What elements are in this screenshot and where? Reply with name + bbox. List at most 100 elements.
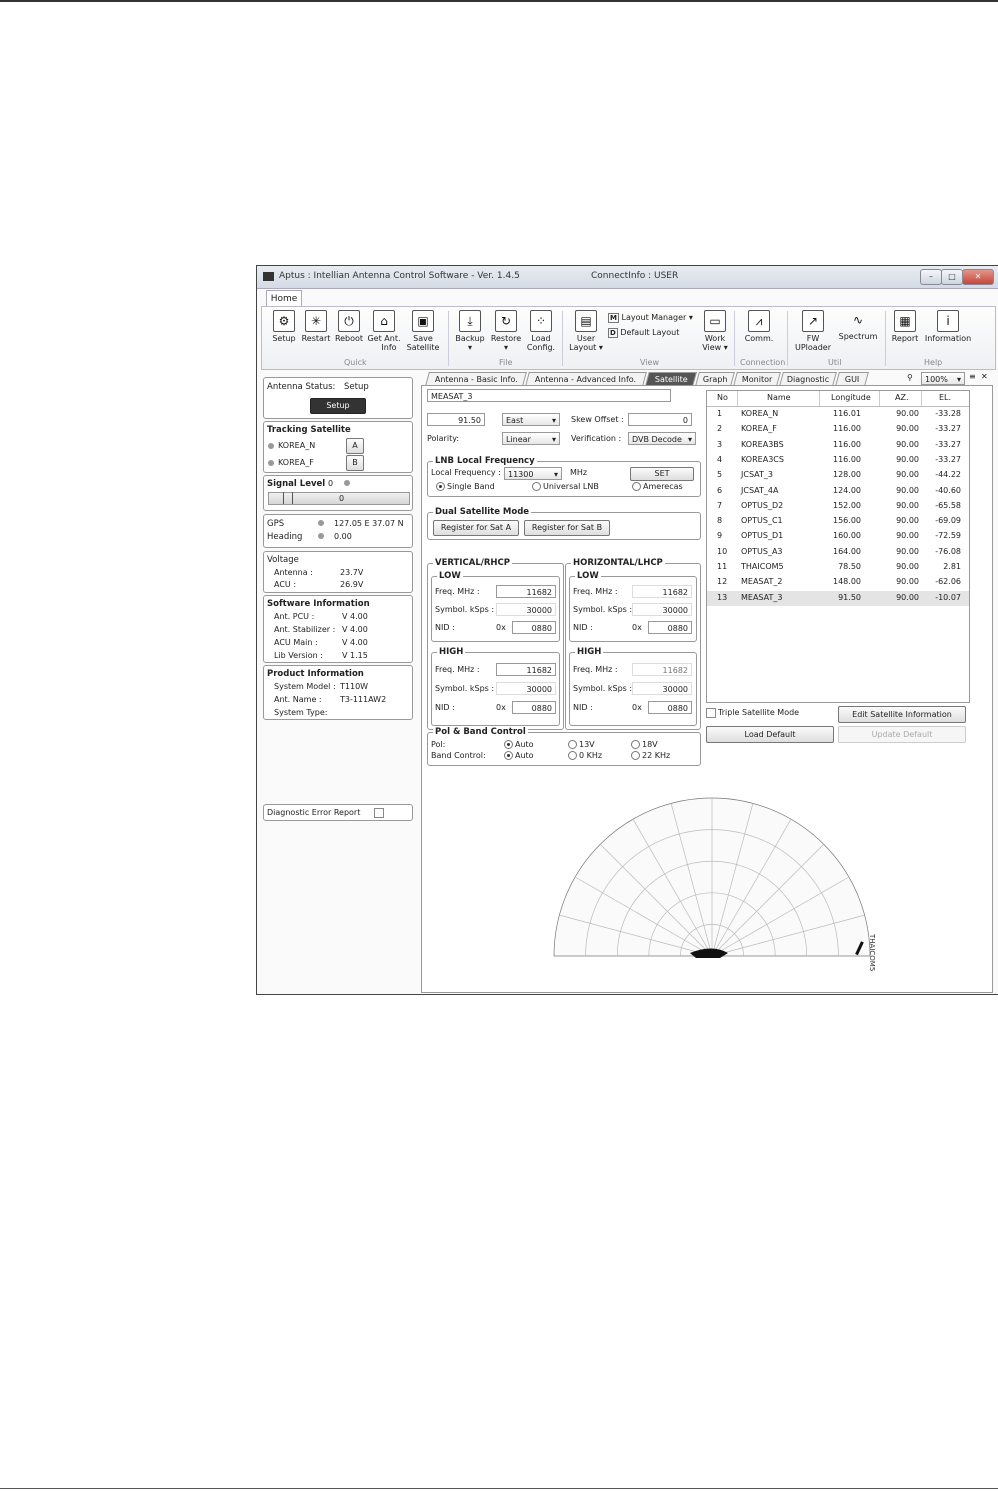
h-high-freq-input[interactable]: 11682 bbox=[632, 663, 692, 676]
tab-satellite[interactable]: Satellite bbox=[645, 372, 697, 386]
table-row[interactable]: 4 KOREA3CS 116.00 90.00 -33.27 bbox=[707, 453, 969, 468]
pol-auto-radio[interactable] bbox=[504, 740, 513, 749]
signal-bar: 0 bbox=[268, 492, 410, 505]
status-setup-button[interactable]: Setup bbox=[310, 398, 366, 414]
band-auto-radio[interactable] bbox=[504, 751, 513, 760]
pin-icon[interactable]: ⚲ bbox=[907, 373, 913, 382]
reboot-button[interactable]: ⏻ Reboot bbox=[332, 310, 366, 343]
set-button[interactable]: SET bbox=[630, 467, 694, 481]
tab-gui[interactable]: GUI bbox=[835, 372, 869, 386]
save-satellite-button[interactable]: ▣ Save Satellite bbox=[405, 310, 441, 352]
h-low-symbol-input[interactable]: 30000 bbox=[632, 603, 692, 616]
information-label: Information bbox=[924, 334, 972, 343]
close-icon[interactable]: ✕ bbox=[962, 269, 994, 285]
verification-select[interactable]: DVB Decode bbox=[628, 432, 696, 446]
maximize-icon[interactable]: □ bbox=[941, 269, 963, 285]
h-high-symbol-input[interactable]: 30000 bbox=[632, 682, 692, 695]
restore-button[interactable]: ↻ Restore ▾ bbox=[489, 310, 523, 352]
tab-graph[interactable]: Graph bbox=[695, 372, 735, 386]
tab-monitor[interactable]: Monitor bbox=[733, 372, 781, 386]
signal-icon: ⩘ bbox=[748, 310, 770, 332]
table-row[interactable]: 1 KOREA_N 116.01 90.00 -33.28 bbox=[707, 407, 969, 422]
hex-prefix: 0x bbox=[496, 703, 506, 712]
table-cell: 12 bbox=[717, 577, 728, 587]
table-row[interactable]: 11 THAICOM5 78.50 90.00 2.81 bbox=[707, 560, 969, 575]
single-band-radio[interactable] bbox=[436, 482, 445, 491]
table-row[interactable]: 13 MEASAT_3 91.50 90.00 -10.07 bbox=[707, 590, 969, 606]
tab-antenna-advanced[interactable]: Antenna - Advanced Info. bbox=[525, 372, 647, 386]
report-button[interactable]: ▦ Report bbox=[890, 310, 920, 343]
tab-menu-icon[interactable]: ≡ bbox=[969, 372, 976, 381]
edit-satellite-info-button[interactable]: Edit Satellite Information bbox=[838, 706, 966, 723]
tab-diagnostic[interactable]: Diagnostic bbox=[779, 372, 837, 386]
table-row[interactable]: 3 KOREA3BS 116.00 90.00 -33.27 bbox=[707, 438, 969, 453]
zoom-select[interactable]: 100% bbox=[921, 372, 965, 386]
table-cell: KOREA_N bbox=[741, 409, 779, 418]
band-22khz-label: 22 KHz bbox=[642, 751, 671, 760]
setup-button[interactable]: ⚙ Setup bbox=[267, 310, 301, 343]
band-0khz-radio[interactable] bbox=[568, 751, 577, 760]
satellite-table[interactable]: No Name Longitude AZ. EL. 1 KOREA_N 116.01… bbox=[706, 390, 970, 703]
table-row[interactable]: 6 JCSAT_4A 124.00 90.00 -40.60 bbox=[707, 484, 969, 499]
user-layout-button[interactable]: ▤ User Layout ▾ bbox=[568, 310, 604, 352]
signal-value: 0 bbox=[328, 479, 334, 488]
minimize-icon[interactable]: – bbox=[920, 269, 942, 285]
table-row[interactable]: 12 MEASAT_2 148.00 90.00 -62.06 bbox=[707, 575, 969, 590]
v-high-freq-input[interactable]: 11682 bbox=[496, 663, 556, 676]
antenna-voltage-value: 23.7V bbox=[340, 568, 364, 577]
voltage-title: Voltage bbox=[267, 555, 299, 565]
fw-uploader-button[interactable]: ↗ FW UPloader bbox=[793, 310, 833, 352]
tracking-a-button[interactable]: A bbox=[346, 438, 364, 454]
ribbon-tab-home[interactable]: Home bbox=[266, 290, 302, 307]
h-high-nid-input[interactable]: 0880 bbox=[648, 701, 692, 714]
layout-manager-button[interactable]: M Layout Manager ▾ bbox=[608, 313, 693, 323]
universal-lnb-radio[interactable] bbox=[532, 482, 541, 491]
longitude-input[interactable]: 91.50 bbox=[427, 413, 485, 426]
table-cell: THAICOM5 bbox=[741, 562, 784, 571]
direction-select[interactable]: East bbox=[502, 413, 560, 427]
pol-18v-radio[interactable] bbox=[631, 740, 640, 749]
h-low-nid-input[interactable]: 0880 bbox=[648, 621, 692, 634]
table-row[interactable]: 9 OPTUS_D1 160.00 90.00 -72.59 bbox=[707, 529, 969, 544]
load-config-button[interactable]: ⁘ Load Config. bbox=[524, 310, 558, 352]
work-view-button[interactable]: ▭ Work View ▾ bbox=[698, 310, 732, 352]
default-layout-button[interactable]: D Default Layout bbox=[608, 328, 679, 338]
table-row[interactable]: 10 OPTUS_A3 164.00 90.00 -76.08 bbox=[707, 545, 969, 560]
restart-button[interactable]: ✳ Restart bbox=[299, 310, 333, 343]
local-frequency-select[interactable]: 11300 bbox=[504, 467, 562, 481]
tracking-b-button[interactable]: B bbox=[346, 455, 364, 471]
table-cell: -40.60 bbox=[935, 485, 961, 495]
diagnostic-error-checkbox[interactable] bbox=[374, 808, 384, 818]
update-default-button[interactable]: Update Default bbox=[838, 726, 966, 743]
table-row[interactable]: 5 JCSAT_3 128.00 90.00 -44.22 bbox=[707, 468, 969, 483]
triple-satellite-checkbox[interactable] bbox=[706, 708, 716, 718]
load-default-button[interactable]: Load Default bbox=[706, 726, 834, 743]
table-row[interactable]: 8 OPTUS_C1 156.00 90.00 -69.09 bbox=[707, 514, 969, 529]
register-sat-a-button[interactable]: Register for Sat A bbox=[433, 520, 519, 536]
comm-button[interactable]: ⩘ Comm. bbox=[740, 310, 778, 343]
v-high-symbol-input[interactable]: 30000 bbox=[496, 682, 556, 695]
polarity-select[interactable]: Linear bbox=[502, 432, 560, 446]
skew-offset-input[interactable]: 0 bbox=[628, 413, 692, 426]
group-help: Help bbox=[924, 358, 943, 367]
spectrum-button[interactable]: ∿ Spectrum bbox=[838, 310, 878, 341]
get-ant-info-button[interactable]: ⌂ Get Ant. Info bbox=[366, 310, 402, 352]
v-high-nid-input[interactable]: 0880 bbox=[512, 701, 556, 714]
h-low-freq-input[interactable]: 11682 bbox=[632, 585, 692, 598]
pol-13v-radio[interactable] bbox=[568, 740, 577, 749]
information-button[interactable]: i Information bbox=[923, 310, 973, 343]
backup-button[interactable]: ⤓ Backup ▾ bbox=[453, 310, 487, 352]
v-low-symbol-input[interactable]: 30000 bbox=[496, 603, 556, 616]
v-low-nid-input[interactable]: 0880 bbox=[512, 621, 556, 634]
antenna-status-panel: Antenna Status: Setup Setup bbox=[263, 377, 413, 419]
satellite-name-input[interactable]: MEASAT_3 bbox=[427, 389, 671, 402]
table-row[interactable]: 2 KOREA_F 116.00 90.00 -33.27 bbox=[707, 422, 969, 437]
table-row[interactable]: 7 OPTUS_D2 152.00 90.00 -65.58 bbox=[707, 499, 969, 514]
tab-antenna-basic[interactable]: Antenna - Basic Info. bbox=[425, 372, 527, 386]
band-22khz-radio[interactable] bbox=[631, 751, 640, 760]
table-cell: 78.50 bbox=[838, 562, 861, 571]
amerecas-radio[interactable] bbox=[632, 482, 641, 491]
v-low-freq-input[interactable]: 11682 bbox=[496, 585, 556, 598]
tab-close-icon[interactable]: ✕ bbox=[981, 372, 988, 381]
register-sat-b-button[interactable]: Register for Sat B bbox=[524, 520, 610, 536]
